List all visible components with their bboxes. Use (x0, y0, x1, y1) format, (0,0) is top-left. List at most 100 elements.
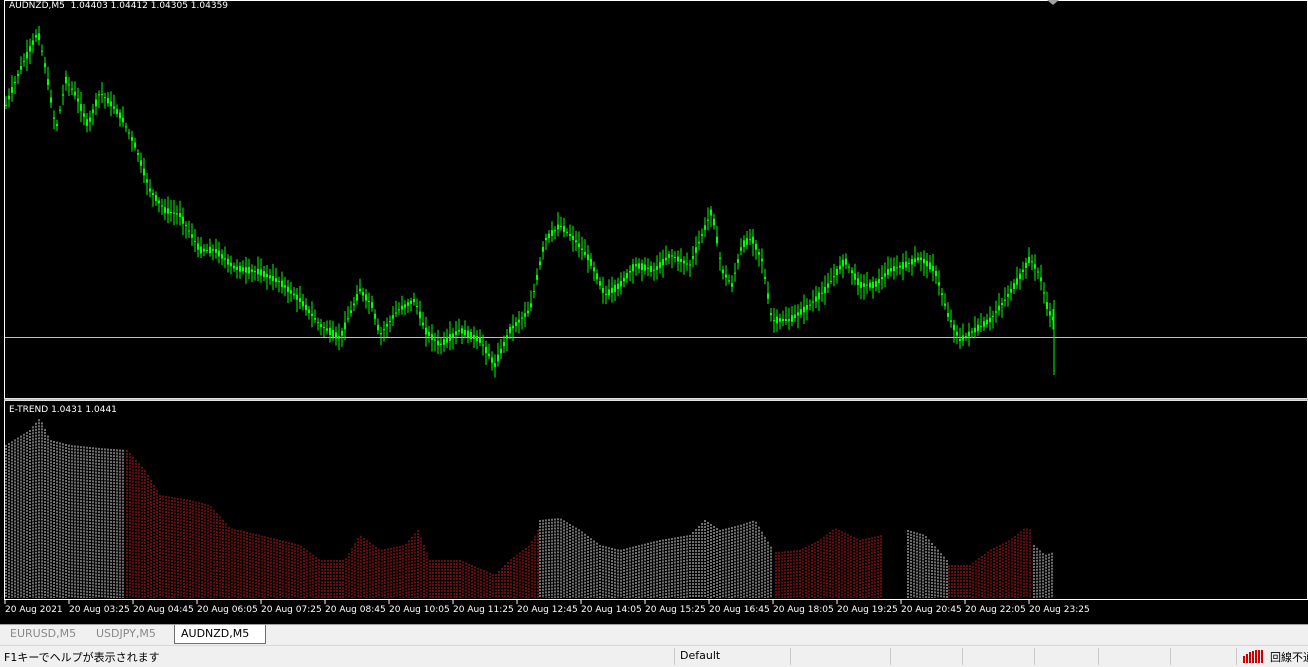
candle-body (398, 309, 400, 311)
status-divider (962, 648, 963, 665)
candle-body (494, 363, 496, 367)
candle-body (770, 313, 772, 316)
candle-body (773, 319, 775, 321)
candle-body (392, 315, 394, 319)
candle-body (686, 263, 688, 265)
candle-body (242, 267, 244, 272)
candle-body (323, 327, 325, 329)
candle-body (215, 249, 217, 253)
candle-body (923, 259, 925, 264)
candle-body (962, 335, 964, 341)
candle-body (293, 293, 295, 296)
candle-body (971, 331, 973, 333)
chart-tab-bar: EURUSD,M5 USDJPY,M5 AUDNZD,M5 (0, 624, 1308, 645)
status-profile[interactable]: Default (680, 649, 720, 662)
candle-body (206, 249, 208, 251)
candle-body (887, 269, 889, 275)
candle-body (692, 256, 694, 259)
status-help-text: F1キーでヘルプが表示されます (4, 651, 160, 664)
candle-body (575, 240, 577, 243)
candle-body (749, 239, 751, 241)
candle-body (650, 266, 652, 272)
candle-body (200, 246, 202, 254)
tab-audnzd[interactable]: AUDNZD,M5 (174, 625, 266, 644)
candle-body (1019, 273, 1021, 280)
candle-body (83, 113, 85, 117)
candle-body (896, 267, 898, 269)
candle-body (365, 294, 367, 301)
tab-eurusd[interactable]: EURUSD,M5 (4, 625, 93, 643)
candle-body (488, 353, 490, 357)
candle-body (59, 109, 61, 111)
candle-body (521, 317, 523, 319)
candle-body (26, 52, 28, 59)
candle-body (893, 266, 895, 272)
candle-body (107, 97, 109, 104)
candle-body (11, 87, 13, 93)
candle-body (137, 153, 139, 155)
status-divider (1170, 648, 1171, 665)
tab-usdjpy[interactable]: USDJPY,M5 (90, 625, 175, 643)
candle-body (77, 98, 79, 102)
candle-body (191, 234, 193, 238)
candle-body (428, 332, 430, 336)
candle-body (833, 276, 835, 278)
candle-body (467, 330, 469, 338)
candle-body (590, 258, 592, 266)
candle-body (326, 328, 328, 331)
candle-body (998, 305, 1000, 311)
chart-window[interactable]: 20 Aug 2021 20 Aug 03:25 20 Aug 04:45 20 Au… (0, 0, 1308, 624)
candle-body (410, 300, 412, 304)
candle-body (236, 266, 238, 270)
chart-canvas[interactable]: 20 Aug 2021 20 Aug 03:25 20 Aug 04:45 20 Au… (0, 0, 1308, 624)
candle-body (230, 262, 232, 267)
candle-body (407, 302, 409, 306)
candle-body (857, 278, 859, 285)
candle-body (785, 319, 787, 321)
candle-body (440, 343, 442, 345)
candle-body (965, 335, 967, 337)
candle-body (29, 46, 31, 52)
candle-body (848, 266, 850, 268)
candle-body (740, 247, 742, 251)
candle-body (560, 226, 562, 227)
candle-body (1004, 299, 1006, 301)
candle-body (404, 304, 406, 308)
candle-body (359, 288, 361, 292)
candle-body (797, 312, 799, 316)
status-divider (1098, 648, 1099, 665)
candle-body (638, 263, 640, 269)
candle-body (725, 274, 727, 278)
time-label: 20 Aug 23:25 (1029, 605, 1090, 615)
candle-body (518, 319, 520, 323)
candle-body (950, 320, 952, 322)
candle-body (308, 309, 310, 314)
candle-body (632, 264, 634, 272)
candle-body (989, 317, 991, 323)
candle-body (746, 238, 748, 245)
candle-body (98, 94, 100, 96)
connection-bars-icon[interactable] (1243, 650, 1265, 663)
candle-body (737, 259, 739, 263)
candle-body (554, 229, 556, 231)
candle-body (761, 258, 763, 262)
candle-body (287, 286, 289, 292)
candle-body (869, 282, 871, 288)
candle-body (347, 318, 349, 320)
candle-body (269, 275, 271, 279)
candle-body (17, 73, 19, 77)
candle-body (317, 322, 319, 324)
candle-body (986, 319, 988, 325)
candle-body (281, 280, 283, 288)
candle-body (755, 243, 757, 250)
candle-body (695, 247, 697, 253)
time-label: 20 Aug 11:25 (453, 605, 514, 615)
candle-body (791, 315, 793, 322)
candle-body (224, 258, 226, 260)
candle-body (44, 63, 46, 68)
candle-body (599, 281, 601, 286)
candle-body (485, 346, 487, 354)
candle-body (821, 292, 823, 294)
time-label: 20 Aug 14:05 (581, 605, 642, 615)
candle-body (974, 327, 976, 333)
